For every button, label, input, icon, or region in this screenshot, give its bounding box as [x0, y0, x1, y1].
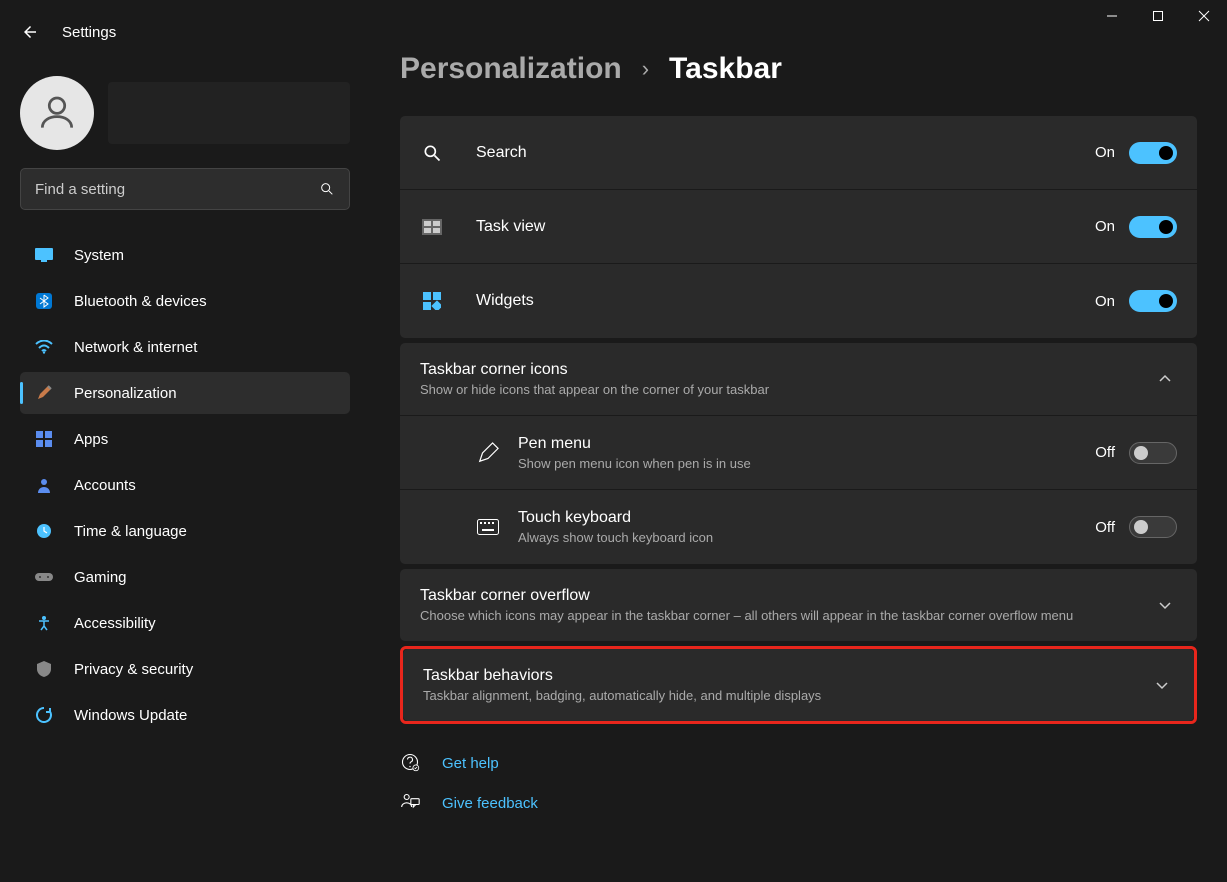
breadcrumb-parent[interactable]: Personalization: [400, 52, 622, 86]
clock-icon: [34, 521, 54, 541]
touch-keyboard-row: Touch keyboard Always show touch keyboar…: [400, 490, 1197, 564]
breadcrumb-current: Taskbar: [669, 52, 782, 86]
back-button[interactable]: [20, 22, 40, 42]
nav-gaming[interactable]: Gaming: [20, 556, 350, 598]
nav-apps[interactable]: Apps: [20, 418, 350, 460]
taskview-icon: [420, 215, 444, 239]
touch-keyboard-toggle[interactable]: [1129, 516, 1177, 538]
row-label: Pen menu: [518, 435, 1095, 453]
nav-label: Apps: [74, 431, 108, 448]
row-subtitle: Always show touch keyboard icon: [518, 530, 1095, 545]
row-subtitle: Show pen menu icon when pen is in use: [518, 456, 1095, 471]
avatar: [20, 76, 94, 150]
nav-label: Bluetooth & devices: [74, 293, 207, 310]
widgets-toggle[interactable]: [1129, 290, 1177, 312]
chevron-right-icon: ›: [642, 56, 649, 82]
toggle-state: Off: [1095, 444, 1115, 461]
pen-menu-toggle[interactable]: [1129, 442, 1177, 464]
search-row: Search On: [400, 116, 1197, 190]
taskbar-behaviors-group: Taskbar behaviors Taskbar alignment, bad…: [403, 649, 1194, 721]
group-title: Taskbar corner overflow: [420, 587, 1153, 605]
close-button[interactable]: [1181, 0, 1227, 32]
keyboard-icon: [476, 515, 500, 539]
profile-section[interactable]: [20, 76, 350, 150]
corner-icons-expander[interactable]: Taskbar corner icons Show or hide icons …: [400, 343, 1197, 416]
widgets-icon: [420, 289, 444, 313]
nav-label: Accessibility: [74, 615, 156, 632]
search-toggle[interactable]: [1129, 142, 1177, 164]
nav-personalization[interactable]: Personalization: [20, 372, 350, 414]
nav-label: Network & internet: [74, 339, 197, 356]
corner-icons-group: Taskbar corner icons Show or hide icons …: [400, 343, 1197, 564]
group-title: Taskbar behaviors: [423, 667, 1150, 685]
nav-update[interactable]: Windows Update: [20, 694, 350, 736]
search-icon: [319, 181, 335, 197]
breadcrumb: Personalization › Taskbar: [400, 52, 1197, 86]
nav-label: Windows Update: [74, 707, 187, 724]
nav-system[interactable]: System: [20, 234, 350, 276]
toggle-state: On: [1095, 218, 1115, 235]
nav-label: Privacy & security: [74, 661, 193, 678]
nav-label: Personalization: [74, 385, 177, 402]
bluetooth-icon: [34, 291, 54, 311]
nav-time[interactable]: Time & language: [20, 510, 350, 552]
wifi-icon: [34, 337, 54, 357]
corner-overflow-group: Taskbar corner overflow Choose which ico…: [400, 569, 1197, 641]
minimize-button[interactable]: [1089, 0, 1135, 32]
link-label: Give feedback: [442, 795, 538, 812]
group-subtitle: Choose which icons may appear in the tas…: [420, 608, 1153, 623]
group-subtitle: Taskbar alignment, badging, automaticall…: [423, 688, 1150, 703]
nav-privacy[interactable]: Privacy & security: [20, 648, 350, 690]
nav-label: Gaming: [74, 569, 127, 586]
pen-menu-row: Pen menu Show pen menu icon when pen is …: [400, 416, 1197, 490]
update-icon: [34, 705, 54, 725]
person-icon: [34, 475, 54, 495]
pen-icon: [476, 441, 500, 465]
nav-accounts[interactable]: Accounts: [20, 464, 350, 506]
get-help-link[interactable]: Get help: [400, 752, 1197, 774]
grid-icon: [34, 429, 54, 449]
row-label: Widgets: [476, 292, 1095, 310]
help-icon: [400, 752, 422, 774]
taskbar-items-group: Search On Task view On Widgets On: [400, 116, 1197, 338]
toggle-state: Off: [1095, 519, 1115, 536]
toggle-state: On: [1095, 293, 1115, 310]
chevron-down-icon: [1153, 593, 1177, 617]
accessibility-icon: [34, 613, 54, 633]
nav-list: System Bluetooth & devices Network & int…: [20, 234, 350, 736]
row-label: Search: [476, 144, 1095, 162]
give-feedback-link[interactable]: Give feedback: [400, 792, 1197, 814]
maximize-button[interactable]: [1135, 0, 1181, 32]
nav-accessibility[interactable]: Accessibility: [20, 602, 350, 644]
chevron-up-icon: [1153, 367, 1177, 391]
search-field[interactable]: [35, 181, 319, 198]
row-label: Task view: [476, 218, 1095, 236]
profile-info: [108, 82, 350, 144]
nav-network[interactable]: Network & internet: [20, 326, 350, 368]
brush-icon: [34, 383, 54, 403]
widgets-row: Widgets On: [400, 264, 1197, 338]
taskbar-behaviors-expander[interactable]: Taskbar behaviors Taskbar alignment, bad…: [403, 649, 1194, 721]
feedback-icon: [400, 792, 422, 814]
taskview-toggle[interactable]: [1129, 216, 1177, 238]
toggle-state: On: [1095, 144, 1115, 161]
chevron-down-icon: [1150, 673, 1174, 697]
search-input[interactable]: [20, 168, 350, 210]
nav-label: System: [74, 247, 124, 264]
app-title: Settings: [62, 24, 116, 41]
gamepad-icon: [34, 567, 54, 587]
nav-label: Accounts: [74, 477, 136, 494]
group-title: Taskbar corner icons: [420, 361, 1153, 379]
row-label: Touch keyboard: [518, 509, 1095, 527]
nav-bluetooth[interactable]: Bluetooth & devices: [20, 280, 350, 322]
monitor-icon: [34, 245, 54, 265]
nav-label: Time & language: [74, 523, 187, 540]
search-icon: [420, 141, 444, 165]
corner-overflow-expander[interactable]: Taskbar corner overflow Choose which ico…: [400, 569, 1197, 641]
taskview-row: Task view On: [400, 190, 1197, 264]
shield-icon: [34, 659, 54, 679]
highlight-annotation: Taskbar behaviors Taskbar alignment, bad…: [400, 646, 1197, 724]
group-subtitle: Show or hide icons that appear on the co…: [420, 382, 1153, 397]
link-label: Get help: [442, 755, 499, 772]
